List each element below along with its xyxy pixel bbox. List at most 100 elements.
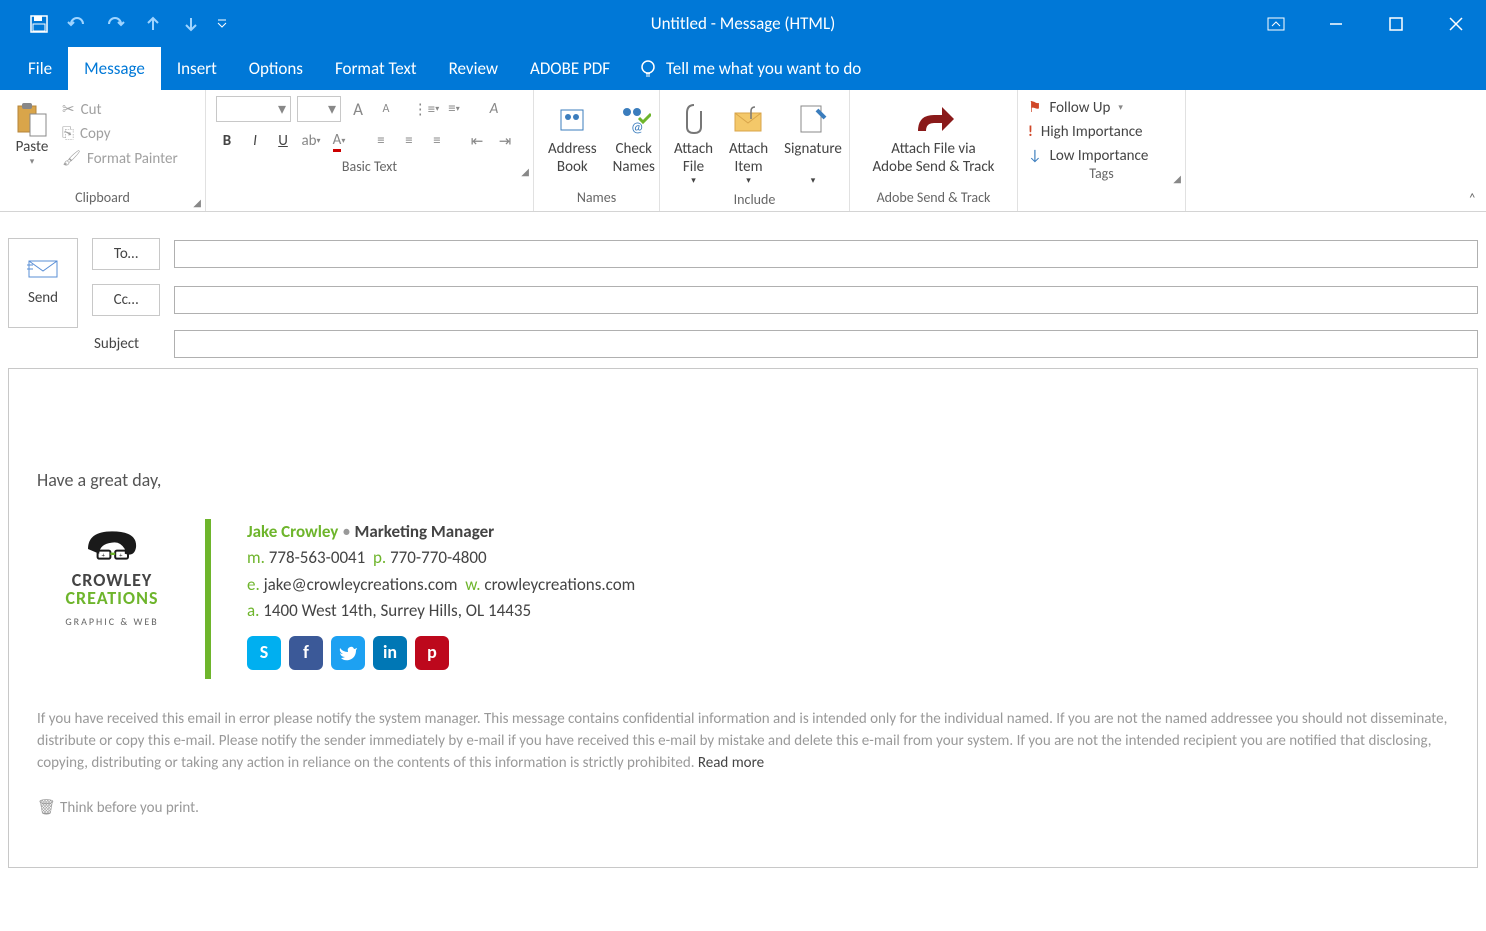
- align-right-icon[interactable]: ≡: [426, 130, 448, 152]
- skype-icon[interactable]: S: [247, 636, 281, 670]
- undo-icon[interactable]: [58, 0, 96, 47]
- collapse-ribbon-icon[interactable]: ˄: [1468, 190, 1476, 207]
- high-importance-button[interactable]: !High Importance: [1028, 123, 1173, 141]
- clear-formatting-icon[interactable]: A: [483, 98, 505, 120]
- address-book-button[interactable]: Address Book: [540, 94, 605, 185]
- save-icon[interactable]: [20, 0, 58, 47]
- sig-phone: 770-770-4800: [390, 547, 487, 568]
- scissors-icon: ✂: [62, 100, 75, 119]
- check-names-icon: @: [617, 104, 651, 134]
- facebook-icon[interactable]: f: [289, 636, 323, 670]
- sig-title: Marketing Manager: [355, 521, 495, 542]
- maximize-icon[interactable]: [1366, 0, 1426, 47]
- compose-header: Send To… Cc… Subject: [0, 212, 1486, 358]
- group-clipboard: Paste ▾ ✂Cut ⎘Copy 🖌Format Painter Clipb…: [0, 90, 206, 211]
- sig-address: 1400 West 14th, Surrey Hills, OL 14435: [263, 600, 531, 621]
- ribbon-tabs: File Message Insert Options Format Text …: [0, 47, 1486, 90]
- paste-label: Paste: [16, 138, 49, 156]
- increase-indent-icon[interactable]: ⇥: [494, 130, 516, 152]
- check-names-button[interactable]: @ Check Names: [605, 94, 663, 185]
- tags-launcher-icon[interactable]: ◢: [1173, 172, 1181, 185]
- next-icon[interactable]: [172, 0, 210, 47]
- shrink-font-icon[interactable]: A: [375, 98, 397, 120]
- bold-icon[interactable]: B: [216, 130, 238, 152]
- tab-file[interactable]: File: [12, 47, 68, 90]
- to-field[interactable]: [174, 240, 1478, 268]
- grow-font-icon[interactable]: A: [347, 98, 369, 120]
- bullets-icon[interactable]: ⋮≡▾: [415, 98, 437, 120]
- pinterest-icon[interactable]: p: [415, 636, 449, 670]
- subject-label: Subject: [92, 335, 160, 353]
- cut-button[interactable]: ✂Cut: [62, 100, 178, 119]
- paste-icon: [16, 102, 48, 138]
- greeting-text: Have a great day,: [37, 469, 1449, 491]
- redo-icon[interactable]: [96, 0, 134, 47]
- qat-customize-icon[interactable]: [210, 0, 234, 47]
- adobe-send-icon: [912, 101, 956, 137]
- linkedin-icon[interactable]: in: [373, 636, 407, 670]
- message-body[interactable]: Have a great day, + + CROWLEY CREATIONS …: [8, 368, 1478, 868]
- attach-file-button[interactable]: Attach File▾: [666, 94, 721, 187]
- underline-icon[interactable]: U: [272, 130, 294, 152]
- ribbon-display-icon[interactable]: [1246, 0, 1306, 47]
- group-basic-text-label: Basic Text: [342, 158, 397, 175]
- copy-button[interactable]: ⎘Copy: [62, 125, 178, 143]
- clipboard-launcher-icon[interactable]: ◢: [193, 196, 201, 209]
- decrease-indent-icon[interactable]: ⇤: [466, 130, 488, 152]
- copy-icon: ⎘: [62, 125, 74, 143]
- align-left-icon[interactable]: ≡: [370, 130, 392, 152]
- attach-item-icon: [733, 105, 765, 133]
- attach-item-button[interactable]: Attach Item▾: [721, 94, 776, 187]
- signature-icon: [799, 104, 827, 134]
- align-center-icon[interactable]: ≡: [398, 130, 420, 152]
- font-name-combo[interactable]: ▾: [216, 96, 291, 122]
- subject-field[interactable]: [174, 330, 1478, 358]
- italic-icon[interactable]: I: [244, 130, 266, 152]
- highlight-icon[interactable]: ab▾: [300, 130, 322, 152]
- cc-button[interactable]: Cc…: [92, 284, 160, 316]
- signature-logo: + + CROWLEY CREATIONS GRAPHIC & WEB: [37, 519, 187, 679]
- close-icon[interactable]: [1426, 0, 1486, 47]
- follow-up-button[interactable]: ⚑Follow Up▾: [1028, 98, 1173, 117]
- group-basic-text: ▾ ▾ A A ⋮≡▾ ≡▾ A B I U ab▾ A▾ ≡ ≡ ≡: [206, 90, 534, 211]
- tell-me-label: Tell me what you want to do: [666, 58, 861, 79]
- basic-text-launcher-icon[interactable]: ◢: [521, 165, 529, 178]
- twitter-icon[interactable]: [331, 636, 365, 670]
- tab-options[interactable]: Options: [233, 47, 319, 90]
- tab-insert[interactable]: Insert: [161, 47, 233, 90]
- numbering-icon[interactable]: ≡▾: [443, 98, 465, 120]
- high-importance-icon: !: [1028, 123, 1033, 141]
- tab-adobe-pdf[interactable]: ADOBE PDF: [514, 47, 626, 90]
- minimize-icon[interactable]: [1306, 0, 1366, 47]
- font-color-icon[interactable]: A▾: [328, 130, 350, 152]
- previous-icon[interactable]: [134, 0, 172, 47]
- send-icon: [27, 259, 59, 279]
- disclaimer: If you have received this email in error…: [37, 709, 1449, 774]
- brush-icon: 🖌: [62, 149, 81, 168]
- quick-access-toolbar: [0, 0, 234, 47]
- tab-review[interactable]: Review: [433, 47, 514, 90]
- paste-button[interactable]: Paste ▾: [6, 94, 58, 185]
- adobe-attach-button[interactable]: Attach File via Adobe Send & Track: [865, 94, 1003, 185]
- format-painter-button[interactable]: 🖌Format Painter: [62, 149, 178, 168]
- group-tags-label: Tags: [1089, 165, 1114, 182]
- low-importance-button[interactable]: ↓Low Importance: [1028, 147, 1173, 165]
- sig-name: Jake Crowley: [247, 521, 338, 542]
- title-bar: Untitled - Message (HTML): [0, 0, 1486, 47]
- font-size-combo[interactable]: ▾: [297, 96, 341, 122]
- signature-info: Jake Crowley • Marketing Manager m. 778-…: [229, 519, 635, 679]
- signature-button[interactable]: Signature▾: [776, 94, 850, 187]
- to-button[interactable]: To…: [92, 238, 160, 270]
- tab-message[interactable]: Message: [68, 47, 161, 90]
- read-more-link[interactable]: Read more: [698, 754, 764, 772]
- cc-field[interactable]: [174, 286, 1478, 314]
- logo-graphic-icon: + +: [72, 525, 152, 565]
- group-include-label: Include: [734, 191, 776, 208]
- tab-format-text[interactable]: Format Text: [319, 47, 433, 90]
- svg-text:@: @: [631, 119, 644, 134]
- tell-me-search[interactable]: Tell me what you want to do: [638, 47, 861, 90]
- group-include: Attach File▾ Attach Item▾ Signature▾ Inc…: [660, 90, 850, 211]
- sig-email: jake@crowleycreations.com: [264, 574, 458, 595]
- group-names: Address Book @ Check Names Names: [534, 90, 660, 211]
- send-button[interactable]: Send: [8, 238, 78, 328]
